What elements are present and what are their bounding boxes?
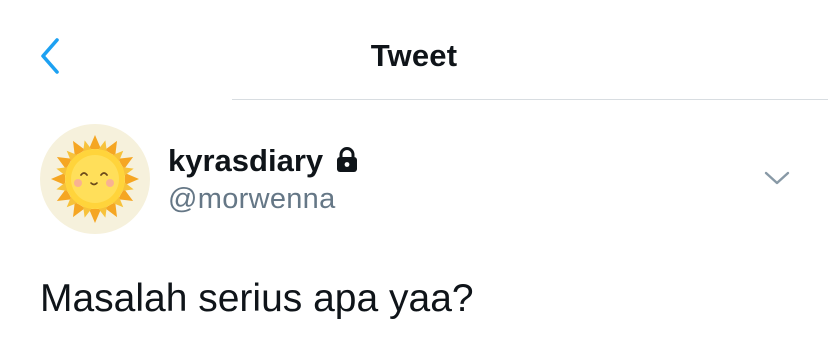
tweet-text: Masalah serius apa yaa? xyxy=(40,277,474,320)
display-name[interactable]: kyrasdiary xyxy=(168,141,323,181)
chevron-down-icon xyxy=(764,171,790,185)
author-name-row[interactable]: kyrasdiary xyxy=(168,141,360,181)
navigation-header: Tweet xyxy=(0,0,828,100)
header-divider xyxy=(232,99,828,100)
avatar[interactable] xyxy=(40,124,150,234)
lock-icon xyxy=(334,146,360,179)
page-title: Tweet xyxy=(370,38,458,73)
user-handle[interactable]: @morwenna xyxy=(168,180,336,218)
sun-avatar-icon xyxy=(51,135,139,223)
tweet-menu-button[interactable] xyxy=(757,161,797,195)
